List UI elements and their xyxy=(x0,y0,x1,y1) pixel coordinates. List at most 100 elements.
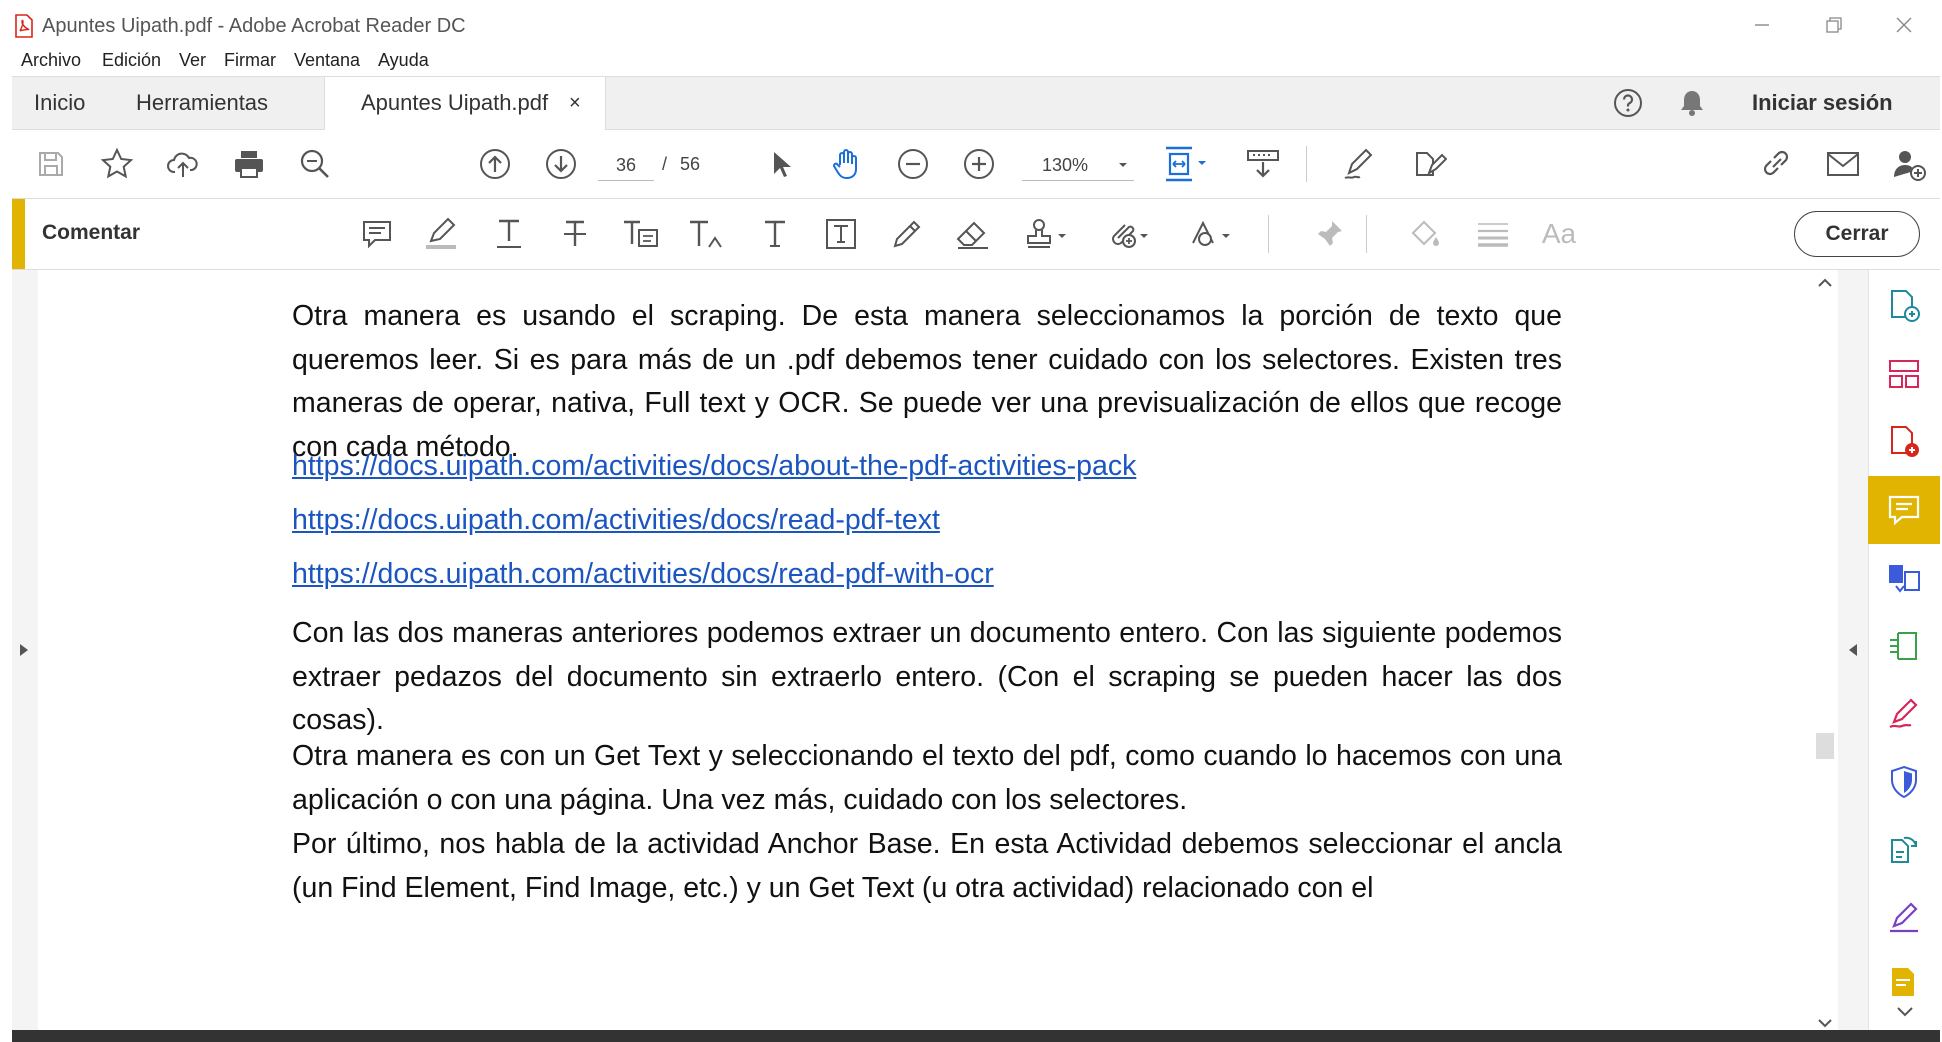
scroll-thumb[interactable] xyxy=(1816,733,1834,759)
page-number-input[interactable]: 36 xyxy=(598,150,654,181)
share-link-button[interactable] xyxy=(1752,130,1802,198)
help-icon xyxy=(1614,89,1642,117)
cloud-upload-icon xyxy=(167,152,198,177)
export-pdf-tool[interactable] xyxy=(1868,408,1940,476)
arrow-up-circle-icon xyxy=(480,149,510,179)
save-button[interactable] xyxy=(26,130,76,198)
close-comment-button[interactable]: Cerrar xyxy=(1794,211,1920,257)
paragraph-2: Con las dos maneras anteriores podemos e… xyxy=(292,617,1562,736)
total-pages: 56 xyxy=(680,154,701,174)
comment-tool[interactable] xyxy=(1868,476,1940,544)
tab-bar: Inicio Herramientas Apuntes Uipath.pdf ×… xyxy=(12,76,1940,130)
menu-ver[interactable]: Ver xyxy=(179,50,206,71)
replace-text-button[interactable] xyxy=(616,199,666,269)
insert-text-icon xyxy=(690,220,722,248)
document-view[interactable]: Otra manera es usando el scraping. De es… xyxy=(38,270,1812,1040)
tab-close-icon[interactable]: × xyxy=(569,77,581,129)
next-page-button[interactable] xyxy=(536,130,586,198)
underline-text-icon xyxy=(497,219,521,248)
link-about-pdf-activities[interactable]: https://docs.uipath.com/activities/docs/… xyxy=(292,450,1136,483)
organize-pages-tool[interactable] xyxy=(1868,340,1940,408)
find-button[interactable] xyxy=(290,130,340,198)
menu-firmar[interactable]: Firmar xyxy=(224,50,276,71)
draw-button[interactable] xyxy=(882,199,932,269)
expand-left-panel-icon[interactable] xyxy=(18,642,30,658)
scroll-up-icon[interactable] xyxy=(1818,278,1832,288)
more-tools-icon xyxy=(1892,968,1914,996)
compress-pdf-icon xyxy=(1890,632,1917,660)
select-tool-button[interactable] xyxy=(756,130,806,198)
sign-tool[interactable] xyxy=(1868,884,1940,952)
pen-sign-icon xyxy=(1344,148,1373,179)
zoom-level-select[interactable]: 130% xyxy=(1022,150,1134,181)
menu-archivo[interactable]: Archivo xyxy=(21,50,81,71)
bookmark-button[interactable] xyxy=(92,130,142,198)
edit-pdf-button[interactable] xyxy=(1404,130,1454,198)
color-button[interactable] xyxy=(1400,199,1450,269)
comment-toolbar: Comentar Aa Cerrar xyxy=(12,199,1940,270)
email-button[interactable] xyxy=(1818,130,1868,198)
fill-sign-button[interactable] xyxy=(1334,130,1384,198)
pin-button[interactable] xyxy=(1304,199,1354,269)
send-review-tool[interactable] xyxy=(1868,816,1940,884)
menu-ventana[interactable]: Ventana xyxy=(294,50,360,71)
eraser-button[interactable] xyxy=(948,199,998,269)
comment-divider-2 xyxy=(1366,215,1367,253)
prev-page-button[interactable] xyxy=(470,130,520,198)
scroll-down-icon[interactable] xyxy=(1818,1018,1832,1028)
text-box-button[interactable] xyxy=(816,199,866,269)
collapse-right-pane-icon[interactable] xyxy=(1847,642,1859,658)
tools-scroll-down-icon[interactable] xyxy=(1896,1006,1914,1018)
notifications-button[interactable] xyxy=(1676,87,1708,119)
menu-edicion[interactable]: Edición xyxy=(102,50,161,71)
menu-bar: Archivo Edición Ver Firmar Ventana Ayuda xyxy=(12,50,1942,76)
shapes-button[interactable] xyxy=(1180,199,1240,269)
bell-icon xyxy=(1681,91,1703,116)
restore-button[interactable] xyxy=(1814,10,1854,44)
close-window-button[interactable] xyxy=(1884,10,1924,44)
upload-button[interactable] xyxy=(158,130,208,198)
combine-files-tool[interactable] xyxy=(1868,544,1940,612)
read-mode-button[interactable] xyxy=(1238,130,1288,198)
sticky-note-button[interactable] xyxy=(352,199,402,269)
fill-sign-tool[interactable] xyxy=(1868,680,1940,748)
strikethrough-button[interactable] xyxy=(550,199,600,269)
print-button[interactable] xyxy=(224,130,274,198)
tab-document[interactable]: Apuntes Uipath.pdf × xyxy=(324,77,606,130)
minimize-button[interactable] xyxy=(1742,10,1782,44)
vertical-scrollbar[interactable] xyxy=(1812,270,1838,1040)
link-read-pdf-text[interactable]: https://docs.uipath.com/activities/docs/… xyxy=(292,504,940,537)
page-display-button[interactable] xyxy=(1154,130,1218,198)
compress-pdf-tool[interactable] xyxy=(1868,612,1940,680)
save-icon xyxy=(39,152,63,176)
hand-tool-button[interactable] xyxy=(822,130,872,198)
send-review-icon xyxy=(1891,836,1917,863)
create-pdf-tool[interactable] xyxy=(1868,272,1940,340)
stamp-button[interactable] xyxy=(1016,199,1076,269)
right-pane-toggle-strip xyxy=(1838,270,1868,1040)
zoom-in-button[interactable] xyxy=(954,130,1004,198)
comment-divider xyxy=(1268,215,1269,253)
add-user-button[interactable] xyxy=(1884,130,1934,198)
sign-icon xyxy=(1890,902,1918,933)
highlight-button[interactable] xyxy=(416,199,466,269)
edit-document-icon xyxy=(1416,152,1447,176)
help-button[interactable] xyxy=(1612,87,1644,119)
zoom-out-button[interactable] xyxy=(888,130,938,198)
text-properties-button[interactable]: Aa xyxy=(1534,199,1584,269)
protect-tool[interactable] xyxy=(1868,748,1940,816)
more-tools-tool[interactable] xyxy=(1868,952,1940,1006)
attach-button[interactable] xyxy=(1098,199,1158,269)
tab-herramientas[interactable]: Herramientas xyxy=(136,77,268,129)
hand-icon xyxy=(833,149,857,180)
menu-ayuda[interactable]: Ayuda xyxy=(378,50,429,71)
line-weight-button[interactable] xyxy=(1468,199,1518,269)
link-read-pdf-with-ocr[interactable]: https://docs.uipath.com/activities/docs/… xyxy=(292,558,994,591)
underline-text-button[interactable] xyxy=(484,199,534,269)
insert-text-button[interactable] xyxy=(682,199,732,269)
line-weight-icon xyxy=(1478,223,1508,247)
tab-inicio[interactable]: Inicio xyxy=(34,77,85,129)
attach-file-icon xyxy=(1112,224,1148,248)
add-text-button[interactable] xyxy=(750,199,800,269)
sign-in-button[interactable]: Iniciar sesión xyxy=(1752,77,1893,129)
